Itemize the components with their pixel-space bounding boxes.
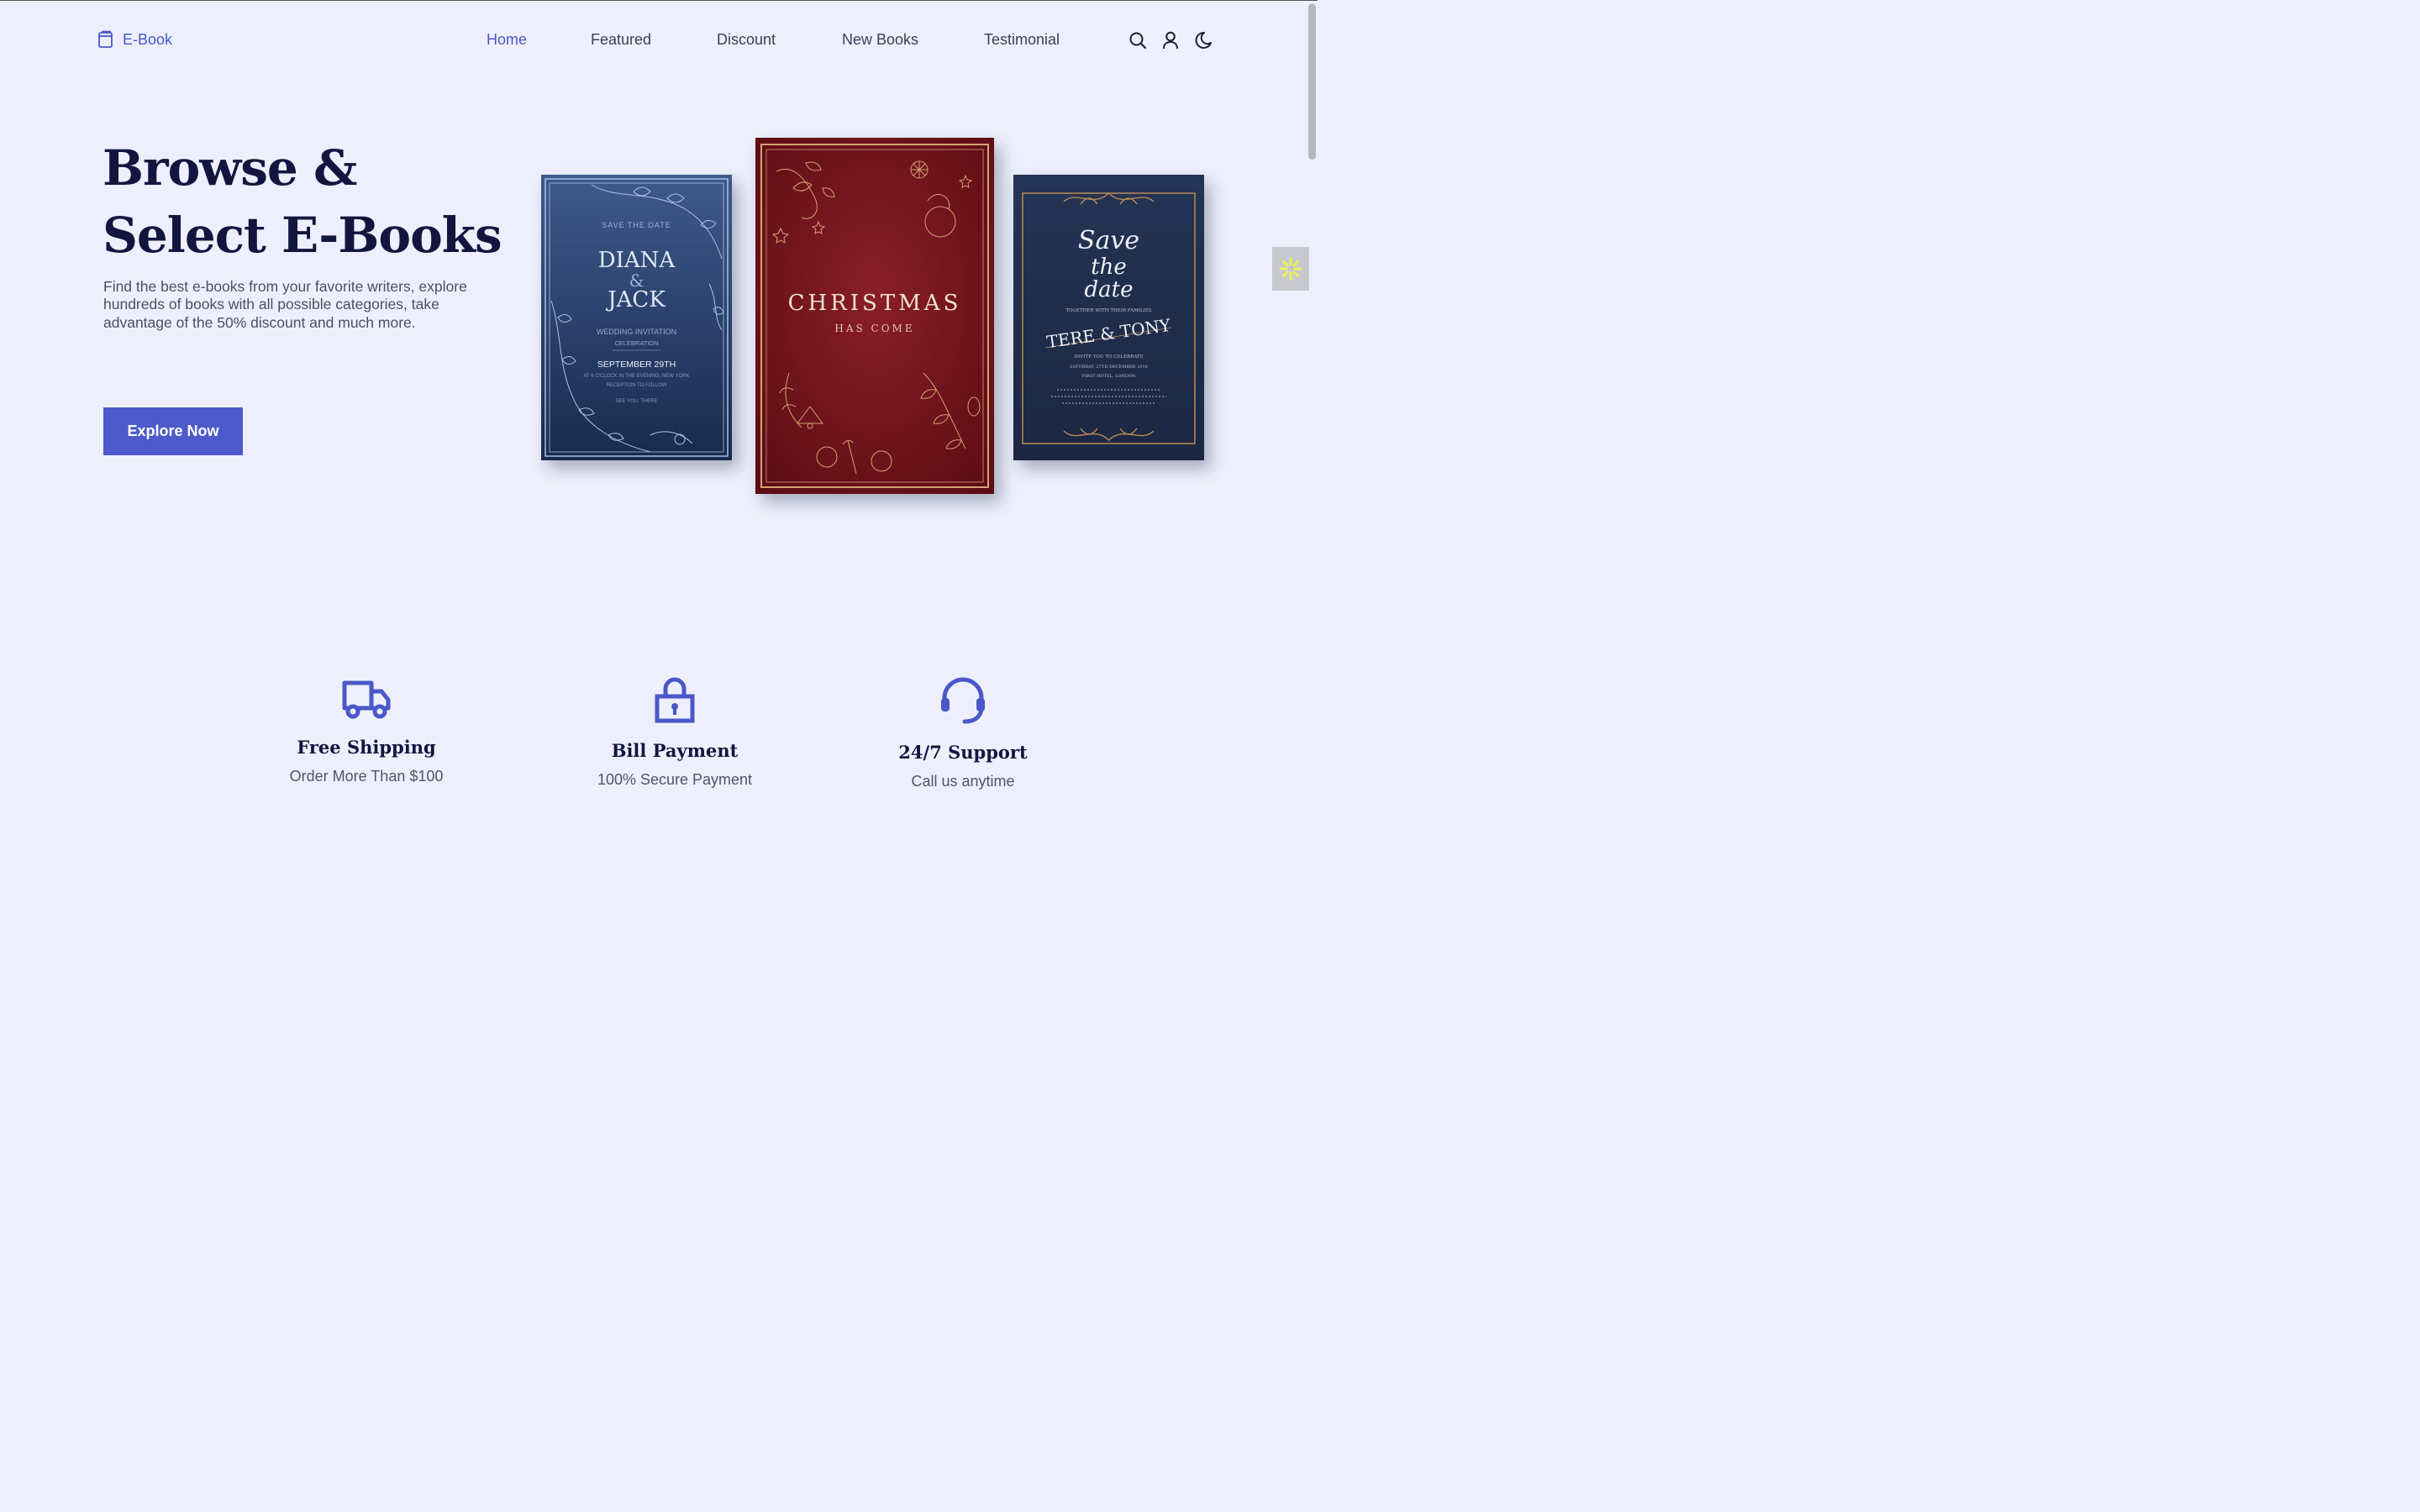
truck-icon bbox=[342, 680, 391, 719]
book1-line5: SEE YOU, THERE bbox=[615, 399, 657, 404]
feature-bill-payment: Bill Payment 100% Secure Payment bbox=[549, 676, 801, 789]
book1-line3: AT 6 O'CLOCK IN THE EVENING, NEW YORK bbox=[583, 374, 689, 379]
hero-title: Browse & Select E-Books bbox=[103, 134, 502, 269]
headset-icon bbox=[941, 677, 985, 724]
hero-description: Find the best e-books from your favorite… bbox=[103, 278, 467, 331]
feature-subtitle: Order More Than $100 bbox=[289, 768, 444, 785]
nav-testimonial[interactable]: Testimonial bbox=[984, 31, 1060, 49]
hero-title-line2: Select E-Books bbox=[103, 207, 502, 264]
book3-script1: Save bbox=[1078, 226, 1139, 255]
book1-line2: CELEBRATION bbox=[614, 339, 658, 347]
feature-free-shipping: Free Shipping Order More Than $100 bbox=[240, 676, 492, 785]
main-nav: Home Featured Discount New Books Testimo… bbox=[0, 31, 1318, 51]
explore-now-button[interactable]: Explore Now bbox=[103, 407, 243, 455]
settings-widget-toggle[interactable] bbox=[1272, 247, 1309, 291]
feature-subtitle: 100% Secure Payment bbox=[597, 771, 753, 788]
nav-discount[interactable]: Discount bbox=[717, 31, 776, 49]
book3-venue: FIRST HOTEL, LONDON bbox=[1082, 374, 1136, 379]
hero-title-line1: Browse & bbox=[103, 139, 357, 197]
nav-home[interactable]: Home bbox=[487, 31, 527, 49]
book3-together: TOGETHER WITH THEIR FAMILIES bbox=[1065, 308, 1151, 313]
lock-icon bbox=[655, 677, 695, 723]
moon-icon[interactable] bbox=[1194, 31, 1213, 50]
book1-save-date: SAVE THE DATE bbox=[602, 221, 671, 229]
book1-line4: RECEPTION TO FOLLOW bbox=[607, 383, 667, 388]
feature-title: Bill Payment bbox=[611, 740, 739, 761]
vertical-scrollbar[interactable] bbox=[1308, 3, 1316, 160]
book-cover-tere-tony[interactable]: Save the date TOGETHER WITH THEIR FAMILI… bbox=[1013, 175, 1204, 460]
feature-title: 24/7 Support bbox=[898, 742, 1028, 763]
book1-line1: WEDDING INVITATION bbox=[597, 328, 676, 336]
nav-new-books[interactable]: New Books bbox=[842, 31, 918, 49]
page: E-Book Home Featured Discount New Books … bbox=[0, 0, 1318, 823]
top-border bbox=[0, 0, 1318, 1]
feature-support: 24/7 Support Call us anytime bbox=[837, 676, 1089, 790]
book1-name1: DIANA bbox=[598, 248, 676, 273]
book3-date: SATURDAY, 27TH DECEMBER 2018 bbox=[1070, 365, 1148, 370]
nav-featured[interactable]: Featured bbox=[591, 31, 651, 49]
book3-script2: the bbox=[1091, 255, 1127, 280]
book1-name2: JACK bbox=[605, 287, 666, 312]
user-icon[interactable] bbox=[1161, 31, 1180, 50]
search-icon[interactable] bbox=[1128, 31, 1147, 50]
spinner-gear-icon bbox=[1279, 257, 1302, 281]
book2-title: CHRISTMAS bbox=[788, 291, 962, 316]
book-cover-christmas[interactable]: CHRISTMAS HAS COME bbox=[755, 138, 994, 494]
feature-subtitle: Call us anytime bbox=[911, 773, 1015, 790]
book2-subtitle: HAS COME bbox=[834, 323, 914, 334]
book3-invite: INVITE YOU TO CELEBRATE bbox=[1074, 354, 1143, 360]
book1-date: SEPTEMBER 29TH bbox=[597, 360, 676, 370]
book-cover-diana-jack[interactable]: SAVE THE DATE DIANA & JACK WEDDING INVIT… bbox=[541, 175, 732, 460]
feature-title: Free Shipping bbox=[297, 737, 436, 758]
book3-script3: date bbox=[1085, 277, 1134, 302]
